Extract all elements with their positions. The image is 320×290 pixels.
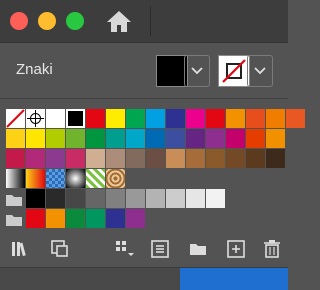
- swatches-panel: [0, 98, 305, 290]
- stroke-dropdown[interactable]: [247, 55, 273, 87]
- gray-swatch[interactable]: [66, 189, 85, 208]
- color-swatch[interactable]: [106, 149, 125, 168]
- color-swatch[interactable]: [266, 149, 285, 168]
- color-swatch[interactable]: [246, 109, 265, 128]
- color-swatch[interactable]: [46, 149, 65, 168]
- color-swatch[interactable]: [226, 129, 245, 148]
- gray-swatch[interactable]: [46, 189, 65, 208]
- color-swatch[interactable]: [26, 209, 45, 228]
- gray-swatch[interactable]: [26, 189, 45, 208]
- gray-swatch[interactable]: [166, 189, 185, 208]
- color-swatch[interactable]: [106, 209, 125, 228]
- gray-swatch[interactable]: [206, 189, 225, 208]
- color-swatch[interactable]: [166, 149, 185, 168]
- color-swatch[interactable]: [86, 129, 105, 148]
- stroke-color-swatch[interactable]: [218, 55, 250, 87]
- color-swatch[interactable]: [286, 109, 305, 128]
- new-swatch-icon[interactable]: [226, 239, 246, 259]
- color-swatch[interactable]: [126, 129, 145, 148]
- document-canvas-strip: [0, 267, 288, 290]
- gray-swatch[interactable]: [106, 189, 125, 208]
- color-swatch[interactable]: [246, 149, 265, 168]
- chevron-down-icon: [191, 67, 203, 75]
- color-swatch[interactable]: [226, 149, 245, 168]
- color-swatch[interactable]: [86, 149, 105, 168]
- gradient-swatch[interactable]: [66, 169, 85, 188]
- color-swatch[interactable]: [66, 209, 85, 228]
- registration-swatch[interactable]: [26, 109, 45, 128]
- color-swatch[interactable]: [26, 149, 45, 168]
- color-group-folder-icon[interactable]: [6, 193, 22, 211]
- window-titlebar: [0, 0, 288, 42]
- gray-swatch[interactable]: [186, 189, 205, 208]
- color-swatch[interactable]: [126, 109, 145, 128]
- color-swatch[interactable]: [66, 129, 85, 148]
- swatch-options-icon[interactable]: [150, 239, 170, 259]
- color-swatch[interactable]: [126, 209, 145, 228]
- fill-dropdown[interactable]: [184, 55, 210, 87]
- maximize-window-button[interactable]: [66, 12, 84, 30]
- color-swatch[interactable]: [186, 109, 205, 128]
- titlebar-divider: [150, 6, 151, 36]
- color-swatch[interactable]: [146, 109, 165, 128]
- pattern-swatch[interactable]: [46, 169, 65, 188]
- white-swatch[interactable]: [46, 109, 65, 128]
- panel-header: Znaki: [0, 42, 288, 99]
- delete-icon[interactable]: [262, 239, 282, 259]
- color-swatch[interactable]: [86, 109, 105, 128]
- color-swatch[interactable]: [106, 129, 125, 148]
- color-swatch[interactable]: [126, 149, 145, 168]
- gradient-swatch[interactable]: [26, 169, 45, 188]
- color-swatch[interactable]: [46, 209, 65, 228]
- color-swatch[interactable]: [246, 129, 265, 148]
- color-swatch[interactable]: [146, 129, 165, 148]
- place-icon[interactable]: [50, 239, 70, 259]
- gradient-swatch[interactable]: [6, 169, 25, 188]
- libraries-icon[interactable]: [10, 239, 30, 259]
- color-swatch[interactable]: [186, 149, 205, 168]
- color-swatch[interactable]: [206, 129, 225, 148]
- chevron-down-icon: [254, 67, 266, 75]
- home-icon[interactable]: [106, 9, 132, 33]
- pattern-swatch[interactable]: [106, 169, 125, 188]
- color-swatch[interactable]: [206, 149, 225, 168]
- color-swatch[interactable]: [146, 149, 165, 168]
- color-swatch[interactable]: [46, 129, 65, 148]
- color-swatch[interactable]: [226, 109, 245, 128]
- gray-swatch[interactable]: [146, 189, 165, 208]
- gray-swatch[interactable]: [86, 189, 105, 208]
- color-swatch[interactable]: [206, 109, 225, 128]
- new-color-group-icon[interactable]: [188, 239, 208, 259]
- none-swatch[interactable]: [6, 109, 25, 128]
- color-swatch[interactable]: [26, 129, 45, 148]
- pattern-swatch[interactable]: [86, 169, 105, 188]
- color-swatch[interactable]: [66, 149, 85, 168]
- color-swatch[interactable]: [86, 209, 105, 228]
- color-swatch[interactable]: [106, 109, 125, 128]
- gray-swatch[interactable]: [126, 189, 145, 208]
- color-swatch[interactable]: [6, 149, 25, 168]
- color-swatch[interactable]: [166, 109, 185, 128]
- color-group-folder-icon[interactable]: [6, 213, 22, 231]
- panel-title: Znaki: [16, 61, 53, 78]
- swatch-kinds-icon[interactable]: [114, 239, 134, 259]
- close-window-button[interactable]: [10, 12, 28, 30]
- minimize-window-button[interactable]: [38, 12, 56, 30]
- color-swatch[interactable]: [186, 129, 205, 148]
- black-swatch[interactable]: [66, 109, 85, 128]
- stroke-none-icon: [222, 59, 246, 83]
- color-swatch[interactable]: [266, 109, 285, 128]
- color-swatch[interactable]: [266, 129, 285, 148]
- panel-toolbar: [0, 235, 288, 267]
- color-swatch[interactable]: [6, 129, 25, 148]
- color-swatch[interactable]: [166, 129, 185, 148]
